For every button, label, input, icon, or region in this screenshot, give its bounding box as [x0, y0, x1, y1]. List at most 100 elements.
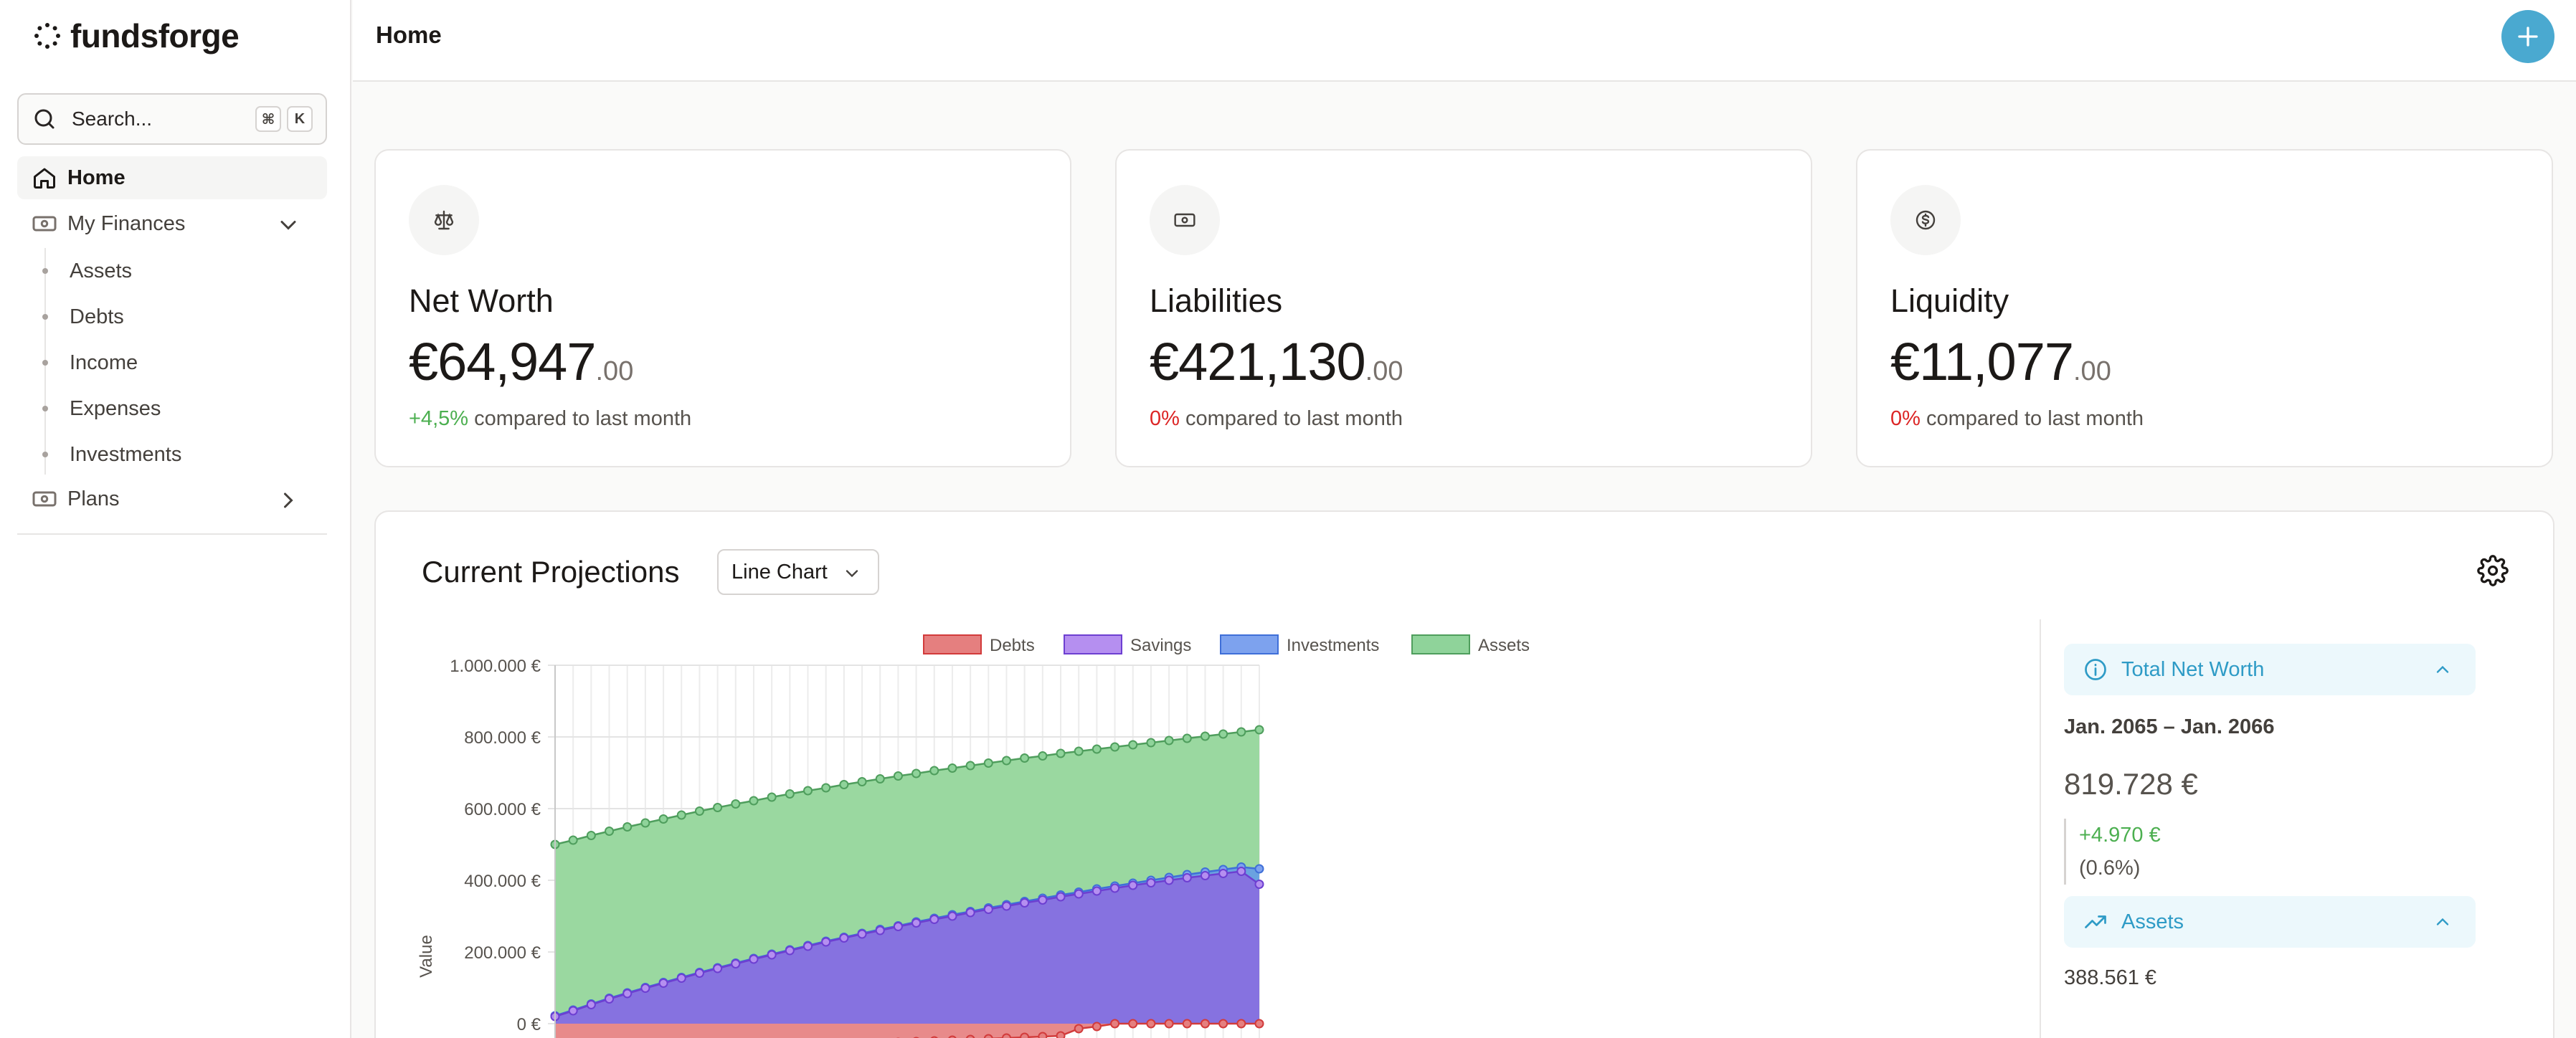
total-net-worth-accordion[interactable]: Total Net Worth	[2064, 644, 2476, 695]
legend-label-savings: Savings	[1130, 636, 1191, 655]
sidebar-item-home[interactable]: Home	[17, 156, 327, 199]
stat-value-main: €421,130	[1150, 332, 1366, 391]
stat-delta-value: 0%	[1150, 407, 1180, 430]
point-debts	[1128, 1019, 1138, 1029]
sidebar-subitem-investments[interactable]: Investments	[34, 434, 321, 475]
sidebar-item-plans[interactable]: Plans	[17, 477, 327, 520]
plus-icon	[2518, 27, 2538, 47]
point-assets	[947, 763, 957, 773]
point-savings	[586, 1000, 596, 1009]
point-assets	[1110, 742, 1120, 752]
stat-delta-suffix: compared to last month	[468, 407, 692, 430]
banknote-icon	[1174, 213, 1195, 227]
net-worth-change-percent: (0.6%)	[2079, 857, 2141, 880]
bullet-dot	[42, 314, 48, 320]
point-savings	[1074, 889, 1084, 899]
projections-chart[interactable]: 1.000.000 € 800.000 € 600.000 € 400.000 € 20…	[376, 512, 2040, 1038]
legend-label-debts: Debts	[990, 636, 1035, 655]
bullet-dot	[42, 406, 48, 411]
point-debts	[1020, 1032, 1030, 1038]
sidebar-item-label: Plans	[67, 487, 120, 510]
chevron-down-icon[interactable]	[275, 212, 301, 238]
point-savings	[875, 925, 885, 935]
sidebar-subitem-label: Income	[70, 351, 138, 374]
point-savings	[676, 973, 686, 983]
point-savings	[839, 933, 849, 943]
point-assets	[1164, 735, 1174, 746]
sidebar-subitem-label: Debts	[70, 305, 124, 328]
point-assets	[676, 810, 686, 820]
search-placeholder: Search...	[72, 108, 153, 130]
point-savings	[893, 922, 903, 931]
assets-accordion[interactable]: Assets	[2064, 896, 2476, 948]
point-debts	[1092, 1022, 1102, 1032]
chevron-up-icon	[2436, 918, 2449, 925]
point-assets	[658, 814, 668, 824]
sidebar-subitem-expenses[interactable]: Expenses	[34, 389, 321, 429]
brand-logo-icon	[34, 23, 60, 49]
add-button[interactable]	[2501, 10, 2554, 63]
point-savings	[605, 994, 615, 1004]
point-savings	[713, 963, 723, 973]
brand[interactable]: fundsforge	[33, 14, 240, 57]
point-savings	[911, 918, 922, 928]
sidebar-item-my-finances[interactable]: My Finances	[17, 202, 327, 245]
assets-value: 388.561 €	[2064, 966, 2157, 989]
y-axis-label: Value	[417, 935, 436, 978]
point-assets	[1254, 725, 1264, 735]
point-assets	[785, 789, 795, 799]
point-assets	[1001, 756, 1011, 766]
point-savings	[983, 905, 993, 914]
y-tick-label: 400.000 €	[464, 872, 541, 891]
point-assets	[1020, 753, 1030, 763]
point-assets	[1236, 727, 1246, 737]
y-tick-label: 800.000 €	[464, 728, 541, 748]
stat-title: Net Worth	[409, 282, 554, 319]
stat-delta-suffix: compared to last month	[1179, 407, 1403, 430]
point-debts	[983, 1034, 993, 1038]
point-assets	[983, 758, 993, 768]
point-debts	[1056, 1031, 1066, 1038]
sidebar-subitem-label: Assets	[70, 259, 133, 282]
sidebar: fundsforge Search... ⌘ K Home My Finance…	[0, 0, 351, 1038]
sidebar-subitem-label: Expenses	[70, 396, 161, 420]
point-assets	[1146, 738, 1156, 748]
y-tick-label: 0 €	[517, 1015, 541, 1034]
point-assets	[1182, 733, 1192, 743]
info-icon	[2085, 659, 2106, 680]
point-savings	[1200, 871, 1210, 880]
point-savings	[1164, 875, 1174, 885]
point-assets	[713, 803, 723, 812]
point-assets	[1200, 731, 1210, 741]
shortcut-cmd-key: ⌘	[255, 106, 281, 132]
app-root: fundsforge Search... ⌘ K Home My Finance…	[0, 0, 2576, 1038]
point-savings	[1056, 892, 1066, 902]
legend-swatch-debts	[923, 634, 982, 654]
stat-value-cents: .00	[2073, 356, 2111, 386]
legend-swatch-savings	[1064, 634, 1122, 654]
sidebar-subitem-income[interactable]: Income	[34, 343, 321, 383]
sidebar-divider	[17, 533, 327, 535]
point-debts	[1164, 1019, 1174, 1029]
point-debts	[1236, 1019, 1246, 1029]
stat-icon-container	[1150, 185, 1220, 255]
y-tick-label: 1.000.000 €	[450, 657, 541, 676]
gear-icon[interactable]	[2477, 555, 2509, 586]
sidebar-subitem-assets[interactable]: Assets	[34, 251, 321, 291]
point-assets	[965, 761, 975, 771]
stat-value: €64,947.00	[409, 331, 633, 392]
shortcut-k-key: K	[287, 106, 313, 132]
legend-label-assets: Assets	[1478, 636, 1530, 655]
search-input[interactable]: Search... ⌘ K	[17, 93, 327, 145]
stat-card-net-worth: Net Worth €64,947.00 +4,5% compared to l…	[374, 149, 1071, 467]
point-savings	[1236, 867, 1246, 876]
point-savings	[821, 937, 831, 947]
sidebar-subitem-debts[interactable]: Debts	[34, 297, 321, 337]
bullet-dot	[42, 268, 48, 274]
point-debts	[1001, 1033, 1011, 1038]
total-net-worth-value: 819.728 €	[2064, 767, 2198, 801]
y-tick-label: 600.000 €	[464, 800, 541, 819]
chevron-right-icon[interactable]	[275, 487, 301, 513]
point-savings	[694, 968, 704, 978]
point-assets	[731, 799, 741, 809]
